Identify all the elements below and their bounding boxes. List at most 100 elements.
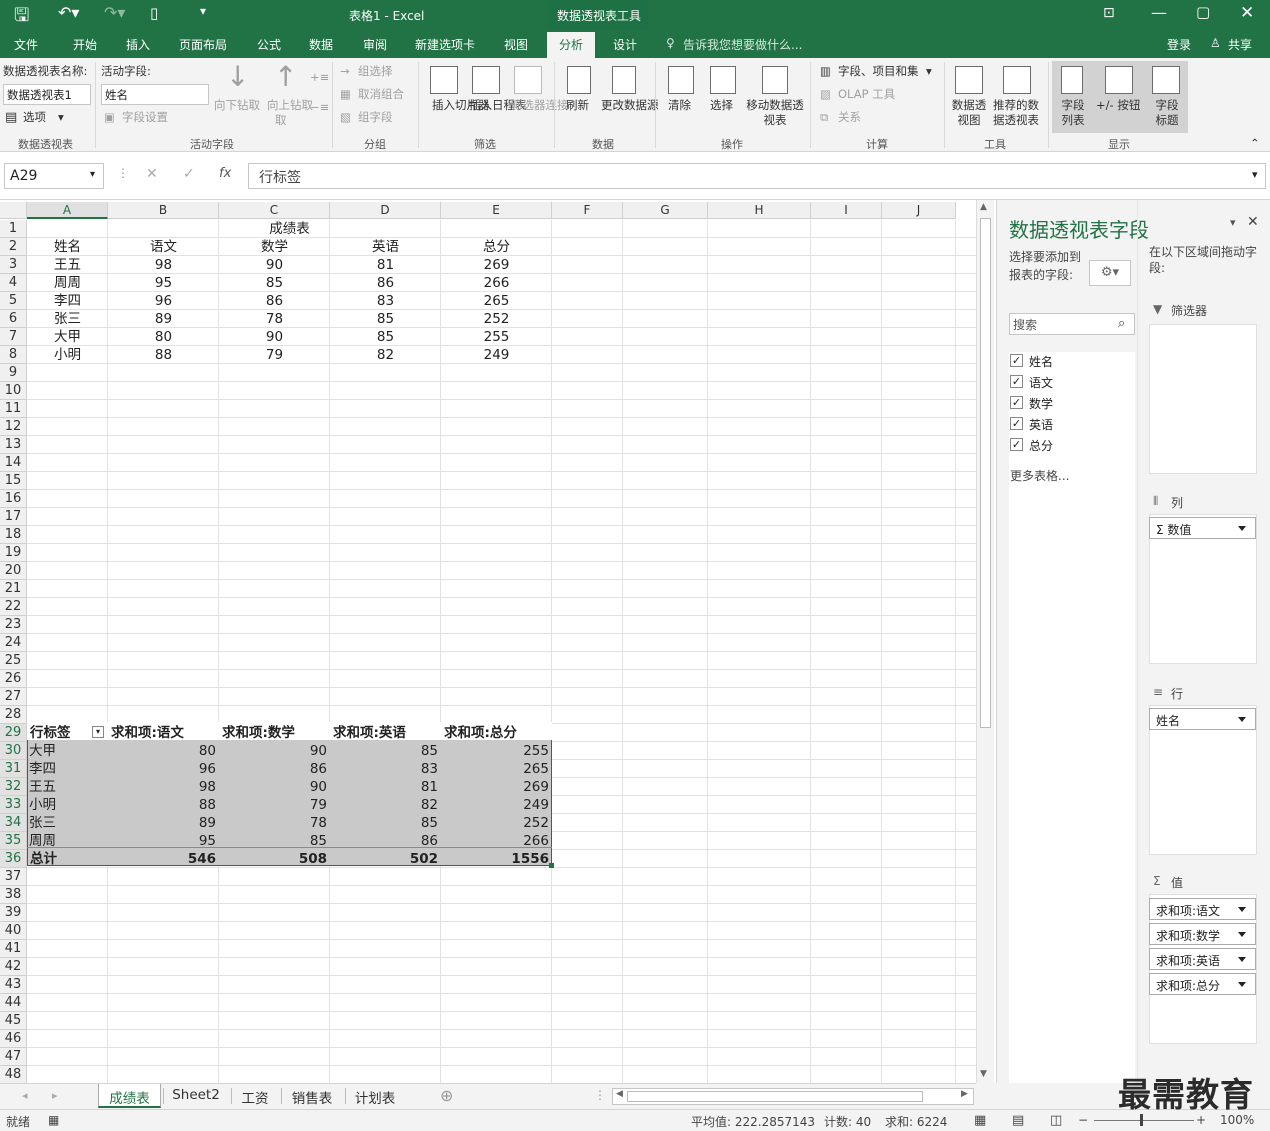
pivot-cell[interactable]: 79 <box>219 796 327 814</box>
row-header[interactable]: 6 <box>0 310 27 328</box>
source-cell[interactable]: 265 <box>441 292 552 310</box>
pivot-cell[interactable]: 96 <box>108 760 216 778</box>
source-cell[interactable]: 85 <box>330 310 441 328</box>
row-header[interactable]: 4 <box>0 274 27 292</box>
source-cell[interactable]: 89 <box>108 310 219 328</box>
olap-tools-button[interactable]: OLAP 工具 <box>838 87 895 102</box>
filter-connections-button[interactable]: 筛选器连接 <box>511 98 569 113</box>
horizontal-scrollbar[interactable]: ◀ ▶ <box>612 1088 974 1105</box>
row-header[interactable]: 14 <box>0 454 27 472</box>
scroll-right-icon[interactable]: ▶ <box>961 1089 968 1099</box>
tab-new[interactable]: 新建选项卡 <box>415 36 475 53</box>
group-selection-button[interactable]: 组选择 <box>358 64 393 79</box>
filters-drop-area[interactable] <box>1149 324 1257 474</box>
add-sheet-icon[interactable]: ⊕ <box>440 1086 453 1105</box>
source-header-cell[interactable]: 语文 <box>108 238 219 256</box>
field-checkbox[interactable]: ✓ <box>1010 438 1023 451</box>
drill-down-button[interactable]: 向下钻取 <box>214 98 260 113</box>
tab-file[interactable]: 文件 <box>14 36 38 53</box>
pivot-cell[interactable]: 266 <box>441 832 549 850</box>
row-header[interactable]: 27 <box>0 688 27 706</box>
row-header[interactable]: 47 <box>0 1048 27 1066</box>
vertical-scroll-thumb[interactable] <box>980 218 991 728</box>
source-cell[interactable]: 85 <box>330 328 441 346</box>
macro-record-icon[interactable]: ▦ <box>48 1113 59 1127</box>
name-box-dropdown-icon[interactable]: ▾ <box>90 169 95 180</box>
pivot-cell[interactable]: 86 <box>219 760 327 778</box>
formula-input[interactable]: 行标签 <box>248 163 1266 189</box>
row-header[interactable]: 8 <box>0 346 27 364</box>
enter-icon[interactable]: ✓ <box>183 166 195 182</box>
source-cell[interactable]: 78 <box>219 310 330 328</box>
ungroup-button[interactable]: 取消组合 <box>358 87 404 102</box>
pt-name-input[interactable]: 数据透视表1 <box>3 84 91 105</box>
source-title[interactable]: 成绩表 <box>27 220 552 238</box>
row-header[interactable]: 44 <box>0 994 27 1012</box>
source-cell[interactable]: 96 <box>108 292 219 310</box>
page-layout-view-icon[interactable]: ▤ <box>1012 1113 1024 1128</box>
new-file-icon[interactable]: ▯ <box>150 4 158 22</box>
field-search-input[interactable]: 搜索 <box>1009 313 1135 335</box>
source-cell[interactable]: 90 <box>219 256 330 274</box>
undo-icon[interactable]: ↶▾ <box>58 3 79 22</box>
vertical-scrollbar[interactable]: ▲ ▼ <box>976 200 994 1083</box>
row-header[interactable]: 41 <box>0 940 27 958</box>
name-box[interactable]: A29 <box>4 163 104 189</box>
chevron-down-icon[interactable] <box>1238 957 1246 962</box>
column-header[interactable]: I <box>811 202 882 219</box>
chevron-down-icon[interactable] <box>1238 982 1246 987</box>
row-header[interactable]: 21 <box>0 580 27 598</box>
pane-close-icon[interactable]: ✕ <box>1247 214 1259 230</box>
pivot-cell[interactable]: 85 <box>330 814 438 832</box>
minimize-icon[interactable]: — <box>1151 3 1167 22</box>
pivot-cell[interactable]: 大甲 <box>29 742 107 760</box>
pivot-cell[interactable]: 252 <box>441 814 549 832</box>
pivot-total-cell[interactable]: 总计 <box>30 850 108 868</box>
ribbon-display-icon[interactable]: ⊡ <box>1103 5 1115 21</box>
row-header[interactable]: 11 <box>0 400 27 418</box>
row-header[interactable]: 13 <box>0 436 27 454</box>
tab-data[interactable]: 数据 <box>309 36 333 53</box>
source-cell[interactable]: 255 <box>441 328 552 346</box>
page-break-view-icon[interactable]: ◫ <box>1050 1113 1062 1128</box>
source-cell[interactable]: 周周 <box>27 274 108 292</box>
field-checkbox[interactable]: ✓ <box>1010 417 1023 430</box>
pivot-cell[interactable]: 81 <box>330 778 438 796</box>
options-button[interactable]: 选项 <box>23 110 46 125</box>
pivot-total-cell[interactable]: 1556 <box>441 850 549 868</box>
row-header[interactable]: 45 <box>0 1012 27 1030</box>
pivot-cell[interactable]: 269 <box>441 778 549 796</box>
group-field-button[interactable]: 组字段 <box>358 110 393 125</box>
source-cell[interactable]: 95 <box>108 274 219 292</box>
tab-formulas[interactable]: 公式 <box>257 36 281 53</box>
fields-items-dropdown-icon[interactable]: ▾ <box>926 64 932 79</box>
pivot-cell[interactable]: 张三 <box>29 814 107 832</box>
pivot-cell[interactable]: 98 <box>108 778 216 796</box>
maximize-icon[interactable]: ▢ <box>1196 3 1210 21</box>
source-cell[interactable]: 86 <box>330 274 441 292</box>
field-settings-button[interactable]: 字段设置 <box>122 110 168 125</box>
relationships-button[interactable]: 关系 <box>838 110 861 125</box>
source-cell[interactable]: 82 <box>330 346 441 364</box>
tab-page-layout[interactable]: 页面布局 <box>179 36 227 53</box>
column-header[interactable]: H <box>708 202 811 219</box>
source-cell[interactable]: 李四 <box>27 292 108 310</box>
source-cell[interactable]: 86 <box>219 292 330 310</box>
area-item-dropdown[interactable]: 求和项:总分 <box>1149 973 1256 995</box>
source-cell[interactable]: 90 <box>219 328 330 346</box>
row-header[interactable]: 30 <box>0 742 27 760</box>
scroll-down-icon[interactable]: ▼ <box>980 1069 987 1079</box>
spreadsheet-grid[interactable]: ABCDEFGHIJ 1 2 3 4 5 6 7 8 9 10 11 12 13 14 15 16 17 18 19… <box>0 200 976 1083</box>
pivot-total-cell[interactable]: 546 <box>108 850 216 868</box>
row-header[interactable]: 7 <box>0 328 27 346</box>
login-link[interactable]: 登录 <box>1167 36 1191 53</box>
pivot-header-cell[interactable]: 求和项:总分 <box>444 724 550 742</box>
row-header[interactable]: 46 <box>0 1030 27 1048</box>
pivot-chart-button[interactable]: 数据透视图 <box>950 98 988 128</box>
row-header[interactable]: 1 <box>0 220 27 238</box>
clear-button[interactable]: 清除 <box>668 98 691 113</box>
source-header-cell[interactable]: 姓名 <box>27 238 108 256</box>
tab-view[interactable]: 视图 <box>504 36 528 53</box>
gear-icon[interactable]: ⚙▾ <box>1089 260 1131 286</box>
row-header[interactable]: 24 <box>0 634 27 652</box>
